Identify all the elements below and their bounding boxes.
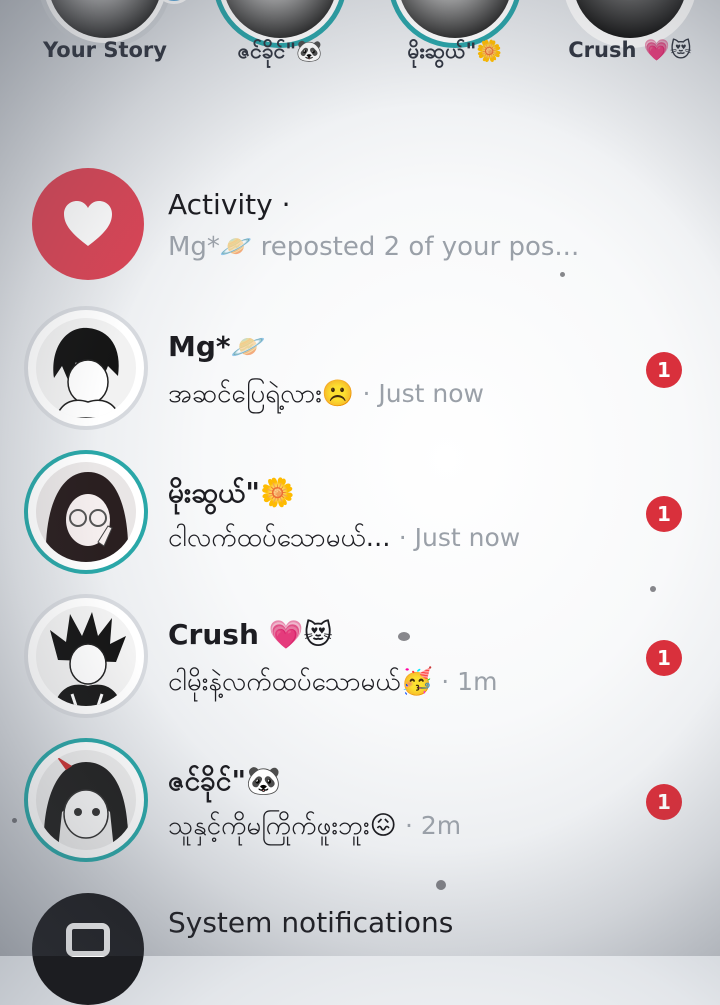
avatar-ring [24,450,148,574]
avatar-ring [24,738,148,862]
avatar [36,606,136,706]
dust-speck [650,586,656,592]
chat-message: သူနှင့်ကိုမကြိုက်ဖူးဘူး😖 [168,811,397,841]
chat-row[interactable]: Mg*🪐 အဆင်ပြေရဲ့လား☹️ · Just now 1 [0,306,720,446]
chat-preview: ငါမိုးနဲ့လက်ထပ်သောမယ်🥳 · 1m [168,664,497,703]
chat-row[interactable]: Crush 💗😻 ငါမိုးနဲ့လက်ထပ်သောမယ်🥳 · 1m 1 [0,594,720,734]
chat-time: · 1m [441,667,498,696]
system-avatar [32,893,144,1005]
activity-subtitle: Mg*🪐 reposted 2 of your pos... [168,232,580,262]
unread-badge: 1 [646,352,682,388]
dust-speck [560,272,565,277]
avatar [36,318,136,418]
avatar-ring [24,594,148,718]
chat-name: Mg*🪐 [168,330,266,363]
inbox-icon [66,923,110,957]
chat-name: ဇင်ခိုင်"🐼 [168,764,281,797]
story-label: မိုးဆွယ်"🌼 [407,39,503,63]
story-moe-swal[interactable]: မိုးဆွယ်"🌼 [380,0,530,63]
chat-row[interactable]: မိုးဆွယ်"🌼 ငါလက်ထပ်သောမယ်... · Just now … [0,450,720,590]
chat-preview: သူနှင့်ကိုမကြိုက်ဖူးဘူး😖 · 2m [168,808,461,847]
chat-row[interactable]: ဇင်ခိုင်"🐼 သူနှင့်ကိုမကြိုက်ဖူးဘူး😖 · 2m… [0,738,720,878]
heart-icon [64,201,112,246]
dust-speck [12,818,17,823]
system-title: System notifications [168,906,454,939]
chat-name: Crush 💗😻 [168,618,333,651]
chat-message: ငါမိုးနဲ့လက်ထပ်သောမယ်🥳 [168,667,434,697]
story-zin-khaing[interactable]: ဇင်ခိုင်"🐼 [205,0,355,63]
chat-time: · 2m [405,811,462,840]
chat-time: · Just now [398,523,521,552]
avatar [36,750,136,850]
story-crush[interactable]: Crush 💗😻 [555,0,705,62]
chat-time: · Just now [362,379,484,408]
activity-title: Activity · [168,188,291,221]
story-label: Your Story [43,38,167,62]
unread-badge: 1 [646,784,682,820]
chat-message: ငါလက်ထပ်သောမယ်... [168,523,391,553]
dust-speck [398,632,410,641]
story-label: Crush 💗😻 [568,38,692,62]
chat-preview: ငါလက်ထပ်သောမယ်... · Just now [168,520,520,559]
dust-speck [436,880,446,890]
chat-message: အဆင်ပြေရဲ့လား☹️ [168,379,355,409]
avatar [36,462,136,562]
unread-badge: 1 [646,496,682,532]
activity-row[interactable]: Activity · Mg*🪐 reposted 2 of your pos..… [0,168,720,308]
chat-name: မိုးဆွယ်"🌼 [168,476,295,509]
story-label: ဇင်ခိုင်"🐼 [237,39,323,63]
unread-badge: 1 [646,640,682,676]
activity-avatar [32,168,144,280]
story-your-story[interactable]: + Your Story [30,0,194,62]
chat-preview: အဆင်ပြေရဲ့လား☹️ · Just now [168,376,484,415]
avatar-ring [24,306,148,430]
